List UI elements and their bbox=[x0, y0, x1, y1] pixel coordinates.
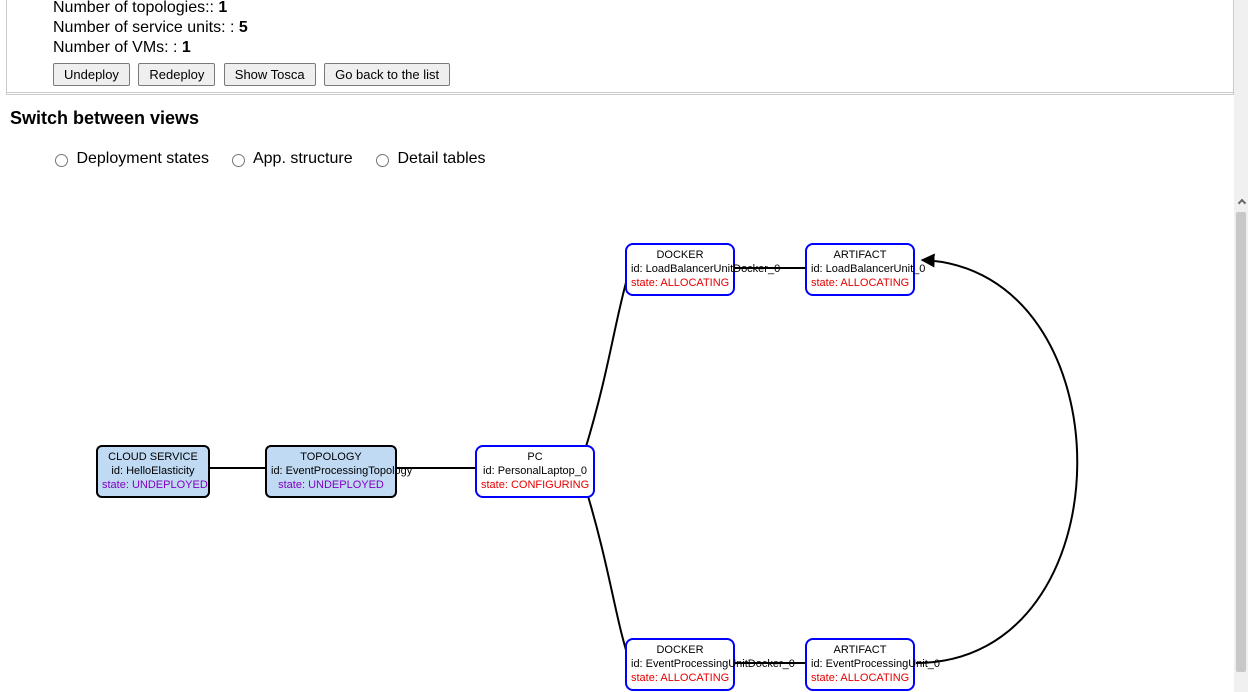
topologies-line: Number of topologies:: 1 bbox=[53, 0, 1223, 17]
vertical-scrollbar[interactable] bbox=[1234, 0, 1248, 692]
action-button-row: Undeploy Redeploy Show Tosca Go back to … bbox=[53, 63, 1223, 86]
node-docker-top[interactable]: DOCKER id: LoadBalancerUnitDocker_0 stat… bbox=[625, 243, 735, 296]
radio-app-structure-input[interactable] bbox=[232, 154, 245, 167]
node-pc-title: PC bbox=[481, 451, 589, 465]
app-window: Number of topologies:: 1 Number of servi… bbox=[0, 0, 1248, 692]
radio-app-structure[interactable]: App. structure bbox=[227, 150, 357, 167]
radio-app-structure-label: App. structure bbox=[253, 150, 353, 167]
topologies-label: Number of topologies:: bbox=[53, 0, 218, 16]
radio-deployment-states-label: Deployment states bbox=[76, 150, 209, 167]
separator bbox=[6, 92, 1234, 93]
node-artifact-bottom[interactable]: ARTIFACT id: EventProcessingUnit_0 state… bbox=[805, 638, 915, 691]
scrollbar-thumb[interactable] bbox=[1236, 212, 1246, 672]
node-artifact-top-state: state: ALLOCATING bbox=[811, 277, 909, 291]
go-back-button[interactable]: Go back to the list bbox=[324, 63, 450, 86]
node-topology-id: id: EventProcessingTopology bbox=[271, 465, 391, 479]
node-cloud-service-title: CLOUD SERVICE bbox=[102, 451, 204, 465]
node-artifact-top-id: id: LoadBalancerUnit_0 bbox=[811, 263, 909, 277]
radio-detail-tables-input[interactable] bbox=[376, 154, 389, 167]
node-pc-id: id: PersonalLaptop_0 bbox=[481, 465, 589, 479]
node-cloud-service-state: state: UNDEPLOYED bbox=[102, 479, 204, 493]
redeploy-button[interactable]: Redeploy bbox=[138, 63, 215, 86]
vms-value: 1 bbox=[182, 39, 191, 56]
node-docker-top-title: DOCKER bbox=[631, 249, 729, 263]
undeploy-button[interactable]: Undeploy bbox=[53, 63, 130, 86]
node-artifact-bottom-state: state: ALLOCATING bbox=[811, 672, 909, 686]
vms-line: Number of VMs: : 1 bbox=[53, 39, 1223, 57]
node-pc[interactable]: PC id: PersonalLaptop_0 state: CONFIGURI… bbox=[475, 445, 595, 498]
node-docker-bottom-title: DOCKER bbox=[631, 644, 729, 658]
show-tosca-button[interactable]: Show Tosca bbox=[224, 63, 316, 86]
radio-detail-tables[interactable]: Detail tables bbox=[371, 150, 486, 167]
vms-label: Number of VMs: : bbox=[53, 39, 182, 56]
radio-detail-tables-label: Detail tables bbox=[398, 150, 486, 167]
node-topology[interactable]: TOPOLOGY id: EventProcessingTopology sta… bbox=[265, 445, 397, 498]
node-topology-title: TOPOLOGY bbox=[271, 451, 391, 465]
node-docker-bottom[interactable]: DOCKER id: EventProcessingUnitDocker_0 s… bbox=[625, 638, 735, 691]
radio-deployment-states-input[interactable] bbox=[55, 154, 68, 167]
node-docker-top-id: id: LoadBalancerUnitDocker_0 bbox=[631, 263, 729, 277]
node-artifact-top-title: ARTIFACT bbox=[811, 249, 909, 263]
node-artifact-top[interactable]: ARTIFACT id: LoadBalancerUnit_0 state: A… bbox=[805, 243, 915, 296]
radio-deployment-states[interactable]: Deployment states bbox=[50, 150, 213, 167]
node-docker-bottom-state: state: ALLOCATING bbox=[631, 672, 729, 686]
node-artifact-bottom-title: ARTIFACT bbox=[811, 644, 909, 658]
node-docker-top-state: state: ALLOCATING bbox=[631, 277, 729, 291]
node-cloud-service-id: id: HelloElasticity bbox=[102, 465, 204, 479]
units-line: Number of service units: : 5 bbox=[53, 19, 1223, 37]
graph-canvas[interactable]: CLOUD SERVICE id: HelloElasticity state:… bbox=[0, 198, 1234, 692]
node-topology-state: state: UNDEPLOYED bbox=[271, 479, 391, 493]
units-value: 5 bbox=[239, 19, 248, 36]
node-pc-state: state: CONFIGURING bbox=[481, 479, 589, 493]
node-artifact-bottom-id: id: EventProcessingUnit_0 bbox=[811, 658, 909, 672]
topologies-value: 1 bbox=[218, 0, 227, 16]
switch-views-title: Switch between views bbox=[10, 108, 199, 129]
summary-panel: Number of topologies:: 1 Number of servi… bbox=[6, 0, 1234, 95]
node-docker-bottom-id: id: EventProcessingUnitDocker_0 bbox=[631, 658, 729, 672]
node-cloud-service[interactable]: CLOUD SERVICE id: HelloElasticity state:… bbox=[96, 445, 210, 498]
units-label: Number of service units: : bbox=[53, 19, 239, 36]
view-radio-group: Deployment states App. structure Detail … bbox=[50, 150, 500, 168]
